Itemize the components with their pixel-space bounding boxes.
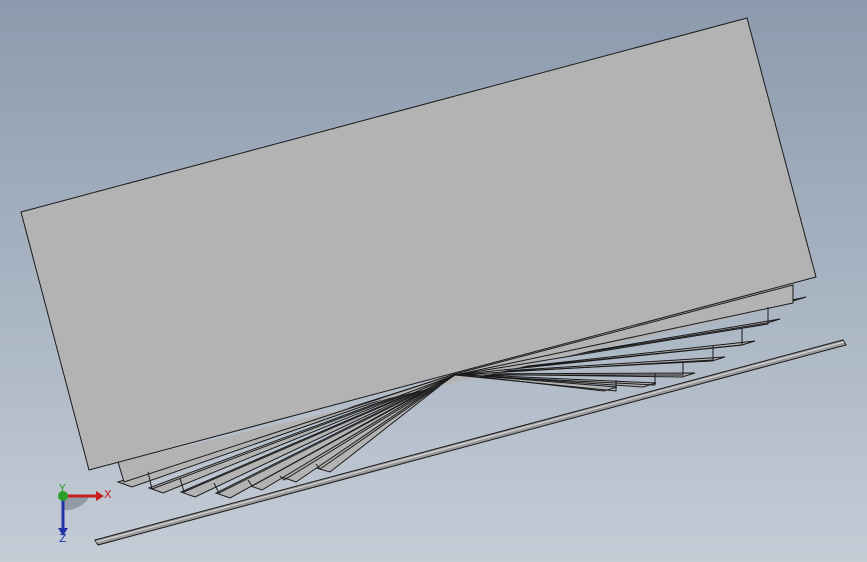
z-axis-label: Z xyxy=(59,532,67,545)
graphics-viewport[interactable]: X Y Z xyxy=(0,0,867,562)
axis-triad: X Y Z xyxy=(58,482,112,545)
x-axis-label: X xyxy=(104,488,112,501)
y-axis-label: Y xyxy=(58,482,66,495)
model-view[interactable]: X Y Z xyxy=(0,0,867,562)
x-axis-arrow-icon xyxy=(96,491,104,501)
